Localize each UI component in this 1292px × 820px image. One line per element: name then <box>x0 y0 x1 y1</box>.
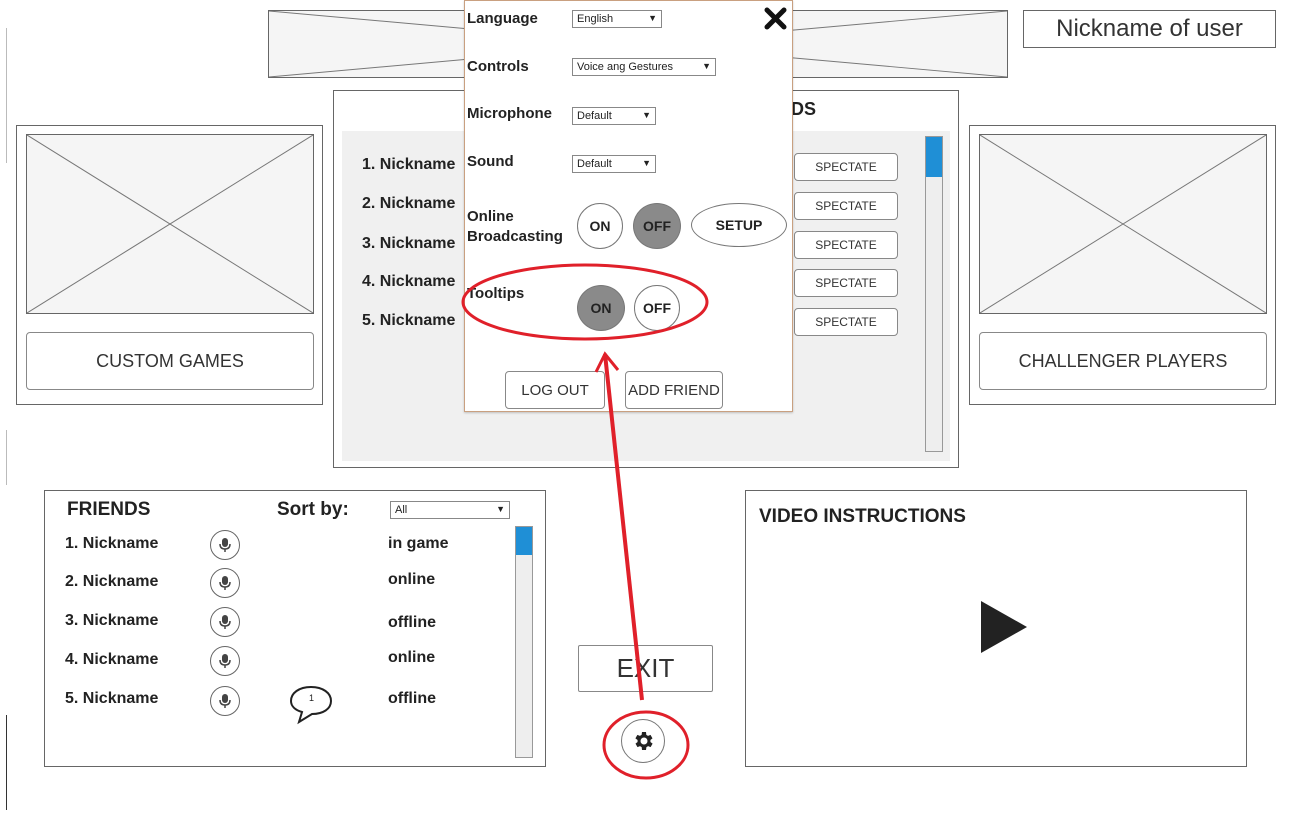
microphone-icon[interactable] <box>210 530 240 560</box>
player-name: 2. Nickname <box>362 195 456 212</box>
custom-games-button[interactable]: CUSTOM GAMES <box>26 332 314 390</box>
player-name: 1. Nickname <box>362 156 456 173</box>
player-name: 5. Nickname <box>362 312 456 329</box>
microphone-icon[interactable] <box>210 607 240 637</box>
friend-status: online <box>388 571 436 588</box>
sound-select[interactable]: Default ▼ <box>572 155 656 173</box>
add-friend-button[interactable]: ADD FRIEND <box>625 371 723 409</box>
video-title: VIDEO INSTRUCTIONS <box>759 506 966 527</box>
play-icon[interactable] <box>981 601 1027 653</box>
chevron-down-icon: ▼ <box>642 110 651 120</box>
chevron-down-icon: ▼ <box>496 504 505 514</box>
friend-status: in game <box>388 535 449 552</box>
spectate-button[interactable]: SPECTATE <box>794 192 898 220</box>
challenger-players-panel: CHALLENGER PLAYERS <box>969 125 1276 405</box>
language-select[interactable]: English ▼ <box>572 10 662 28</box>
logout-button[interactable]: LOG OUT <box>505 371 605 409</box>
friends-sort-select[interactable]: All ▼ <box>390 501 510 519</box>
microphone-icon[interactable] <box>210 686 240 716</box>
spectate-button[interactable]: SPECTATE <box>794 269 898 297</box>
microphone-icon[interactable] <box>210 646 240 676</box>
friends-scrollbar-thumb[interactable] <box>516 527 532 555</box>
exit-button[interactable]: EXIT <box>578 645 713 692</box>
message-count: 1 <box>309 693 315 703</box>
settings-gear-button[interactable] <box>621 719 665 763</box>
broadcast-on-button[interactable]: ON <box>577 203 623 249</box>
friend-name: 1. Nickname <box>65 535 159 552</box>
microphone-select[interactable]: Default ▼ <box>572 107 656 125</box>
tooltips-off-button[interactable]: OFF <box>634 285 680 331</box>
friend-status: offline <box>388 614 436 631</box>
broadcast-setup-button[interactable]: SETUP <box>691 203 787 247</box>
edge-mark <box>6 715 7 810</box>
challenger-players-button[interactable]: CHALLENGER PLAYERS <box>979 332 1267 390</box>
edge-mark <box>6 28 7 163</box>
spectate-button[interactable]: SPECTATE <box>794 153 898 181</box>
challenger-image-placeholder <box>979 134 1267 314</box>
microphone-icon[interactable] <box>210 568 240 598</box>
custom-games-image-placeholder <box>26 134 314 314</box>
chevron-down-icon: ▼ <box>702 61 711 71</box>
friend-name: 3. Nickname <box>65 612 159 629</box>
friend-status: online <box>388 649 436 666</box>
friends-panel: FRIENDS Sort by: All ▼ 1. Nickname 2. Nic… <box>44 490 546 767</box>
user-nickname-box[interactable]: Nickname of user <box>1023 10 1276 48</box>
gear-icon <box>635 732 653 750</box>
center-panel-title: DS <box>791 99 817 119</box>
tooltips-on-button[interactable]: ON <box>577 285 625 331</box>
friend-name: 5. Nickname <box>65 690 159 707</box>
sort-label: Sort by: <box>277 499 349 520</box>
tooltips-label: Tooltips <box>467 285 525 302</box>
settings-popup: Language English ▼ Controls Voice ang Ges… <box>464 0 793 412</box>
friend-status: offline <box>388 690 436 707</box>
friends-title: FRIENDS <box>67 499 151 520</box>
microphone-label: Microphone <box>467 105 552 122</box>
chat-bubble-icon[interactable]: 1 <box>287 683 335 725</box>
chevron-down-icon: ▼ <box>642 158 651 168</box>
friend-name: 4. Nickname <box>65 651 159 668</box>
center-scrollbar[interactable] <box>925 136 943 452</box>
spectate-button[interactable]: SPECTATE <box>794 308 898 336</box>
friend-name: 2. Nickname <box>65 573 159 590</box>
player-name: 4. Nickname <box>362 273 456 290</box>
user-nickname: Nickname of user <box>1056 15 1243 42</box>
sound-label: Sound <box>467 153 514 170</box>
center-scrollbar-thumb[interactable] <box>926 137 942 177</box>
custom-games-panel: CUSTOM GAMES <box>16 125 323 405</box>
edge-mark <box>6 430 7 485</box>
language-label: Language <box>467 10 538 27</box>
close-icon[interactable] <box>762 5 790 33</box>
video-instructions-panel: VIDEO INSTRUCTIONS <box>745 490 1247 767</box>
controls-select[interactable]: Voice ang Gestures ▼ <box>572 58 716 76</box>
player-name: 3. Nickname <box>362 235 456 252</box>
spectate-button[interactable]: SPECTATE <box>794 231 898 259</box>
broadcast-label: Online Broadcasting <box>467 208 563 245</box>
chevron-down-icon: ▼ <box>648 13 657 23</box>
controls-label: Controls <box>467 58 529 75</box>
broadcast-off-button[interactable]: OFF <box>633 203 681 249</box>
friends-scrollbar[interactable] <box>515 526 533 758</box>
